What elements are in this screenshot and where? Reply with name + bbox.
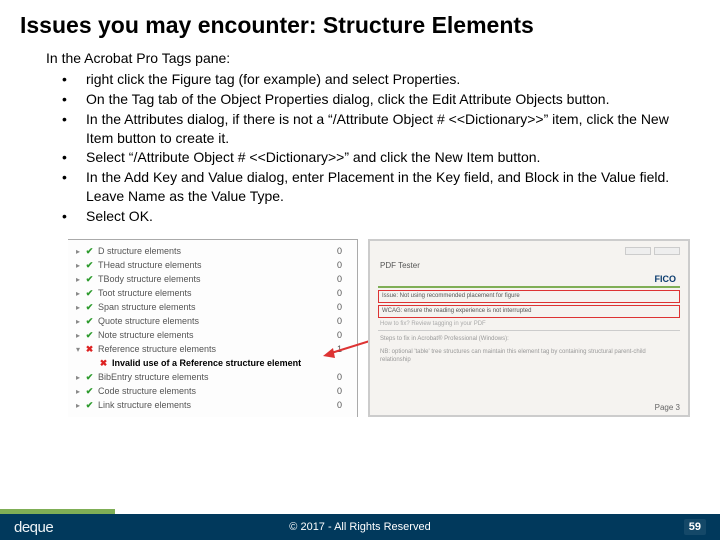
tree-item-count: 0 <box>337 330 357 340</box>
preview-tab <box>625 247 651 255</box>
tree-item-label: Invalid use of a Reference structure ele… <box>112 358 357 368</box>
footer-bar: deque © 2017 - All Rights Reserved 59 <box>0 514 720 540</box>
preview-text: NB: optional 'table' tree structures can… <box>380 348 678 365</box>
tree-item-count: 0 <box>337 246 357 256</box>
checker-panel: ▸✔D structure elements0 ▸✔THead structur… <box>68 239 358 417</box>
bullet-item: Select “/Attribute Object # <<Dictionary… <box>62 148 684 167</box>
highlighted-issue: WCAG: ensure the reading experience is n… <box>378 305 680 318</box>
tree-item-count: 0 <box>337 316 357 326</box>
preview-title: PDF Tester <box>380 261 680 270</box>
slide-number: 59 <box>684 519 706 535</box>
check-icon: ✔ <box>84 288 95 299</box>
divider <box>378 286 680 288</box>
content-body: In the Acrobat Pro Tags pane: right clic… <box>0 45 720 226</box>
divider <box>378 330 680 331</box>
tree-item-label: D structure elements <box>98 246 337 256</box>
tree-item-label: THead structure elements <box>98 260 337 270</box>
tree-item-label: Quote structure elements <box>98 316 337 326</box>
bullet-item: On the Tag tab of the Object Properties … <box>62 90 684 109</box>
tree-item-count: 0 <box>337 302 357 312</box>
tree-item-label: BibEntry structure elements <box>98 372 337 382</box>
check-icon: ✔ <box>84 274 95 285</box>
document-preview: PDF Tester FICO Issue: Not using recomme… <box>368 239 690 417</box>
preview-text: How to fix? Review tagging in your PDF <box>380 321 678 327</box>
preview-tabs <box>378 247 680 255</box>
tree-item-label: Link structure elements <box>98 400 337 410</box>
tree-arrow-icon: ▸ <box>76 303 84 312</box>
tree-item-label: Span structure elements <box>98 302 337 312</box>
check-icon: ✔ <box>84 386 95 397</box>
tree-item-label: Note structure elements <box>98 330 337 340</box>
error-icon: ✖ <box>98 358 109 369</box>
check-icon: ✔ <box>84 260 95 271</box>
preview-page-number: Page 3 <box>655 403 680 412</box>
tree-item-count: 0 <box>337 288 357 298</box>
check-icon: ✔ <box>84 330 95 341</box>
tree-arrow-icon: ▸ <box>76 401 84 410</box>
check-icon: ✔ <box>84 302 95 313</box>
bullet-list: right click the Figure tag (for example)… <box>46 70 684 226</box>
tree-item-label: Code structure elements <box>98 386 337 396</box>
tree-item-label: Reference structure elements <box>98 344 337 354</box>
preview-brand: FICO <box>378 274 676 284</box>
tree-item-label: Toot structure elements <box>98 288 337 298</box>
preview-text: Steps to fix in Acrobat® Professional (W… <box>380 335 678 343</box>
tree-arrow-icon: ▸ <box>76 331 84 340</box>
tree-item-count: 0 <box>337 400 357 410</box>
tree-arrow-icon: ▾ <box>76 345 84 354</box>
tree-arrow-icon: ▸ <box>76 289 84 298</box>
check-icon: ✔ <box>84 316 95 327</box>
tree-arrow-icon: ▸ <box>76 247 84 256</box>
tree-item-count: 0 <box>337 260 357 270</box>
bullet-item: In the Attributes dialog, if there is no… <box>62 110 684 148</box>
check-icon: ✔ <box>84 372 95 383</box>
check-icon: ✔ <box>84 246 95 257</box>
bullet-item: In the Add Key and Value dialog, enter P… <box>62 168 684 206</box>
bullet-item: right click the Figure tag (for example)… <box>62 70 684 89</box>
highlighted-issue: Issue: Not using recommended placement f… <box>378 290 680 303</box>
tree-item-count: 1 <box>337 344 357 354</box>
tree-arrow-icon: ▸ <box>76 275 84 284</box>
deque-logo: deque <box>14 519 53 536</box>
intro-text: In the Acrobat Pro Tags pane: <box>46 49 684 68</box>
tree-item-label: TBody structure elements <box>98 274 337 284</box>
tree-arrow-icon: ▸ <box>76 387 84 396</box>
check-icon: ✔ <box>84 400 95 411</box>
tree-arrow-icon: ▸ <box>76 317 84 326</box>
figure-area: ▸✔D structure elements0 ▸✔THead structur… <box>0 227 720 417</box>
error-icon: ✖ <box>84 344 95 355</box>
tree-item-count: 0 <box>337 274 357 284</box>
tree-item-count: 0 <box>337 386 357 396</box>
tree-arrow-icon: ▸ <box>76 261 84 270</box>
bullet-item: Select OK. <box>62 207 684 226</box>
tree-arrow-icon: ▸ <box>76 373 84 382</box>
preview-tab <box>654 247 680 255</box>
tree-item-count: 0 <box>337 372 357 382</box>
copyright-text: © 2017 - All Rights Reserved <box>289 521 430 533</box>
slide-title: Issues you may encounter: Structure Elem… <box>0 0 720 45</box>
